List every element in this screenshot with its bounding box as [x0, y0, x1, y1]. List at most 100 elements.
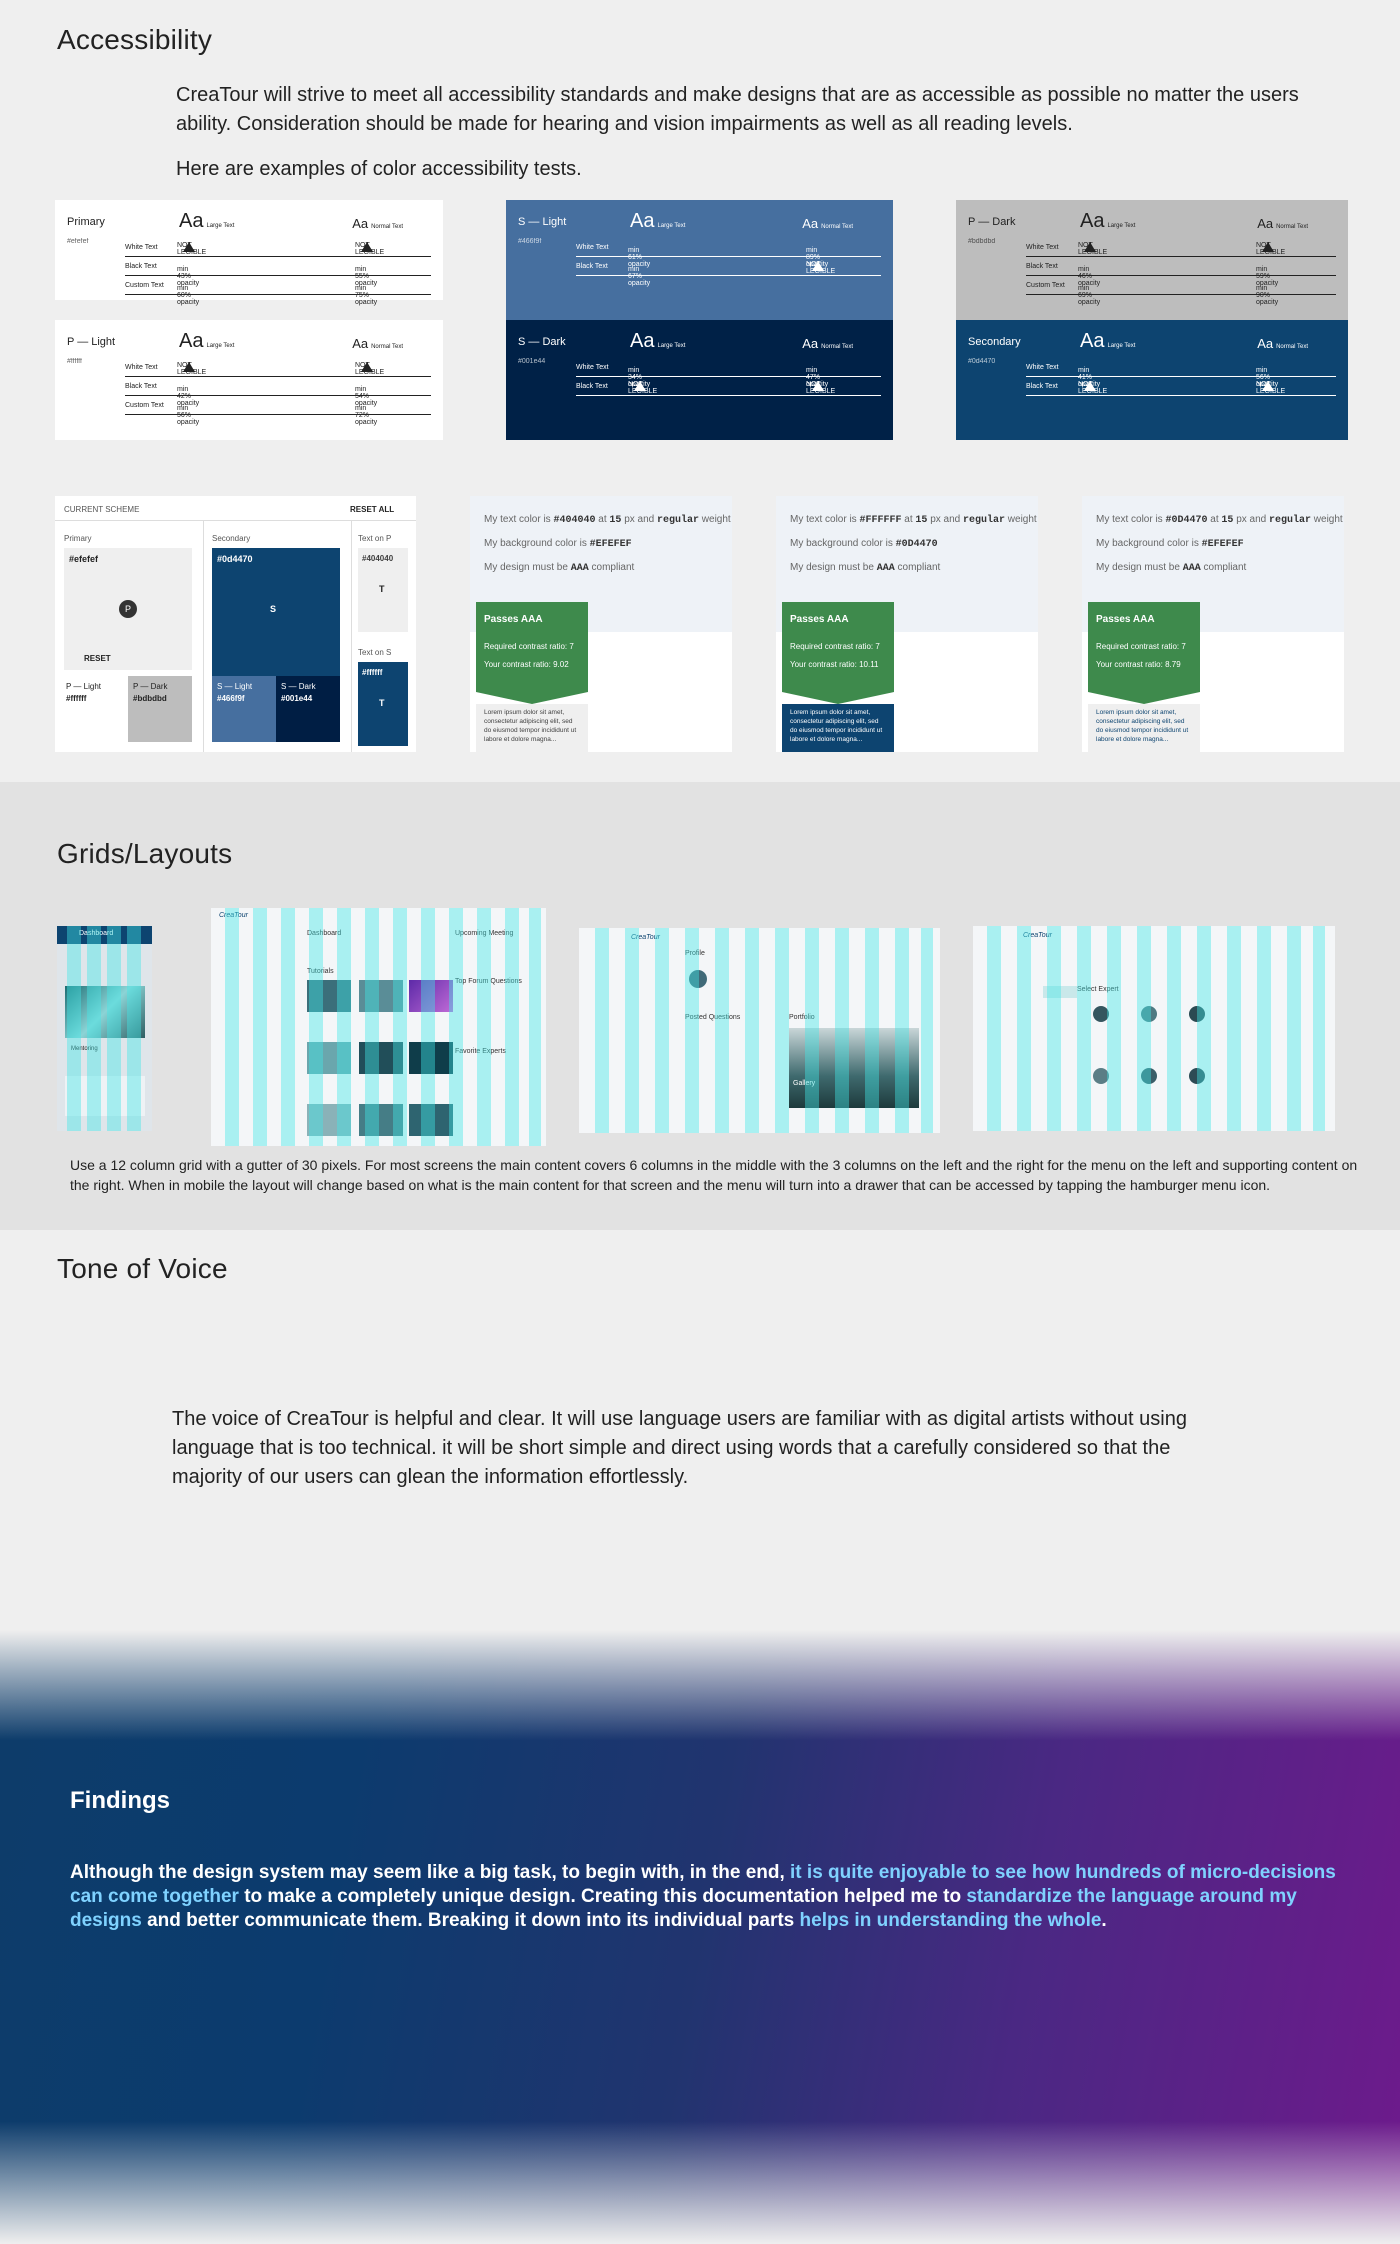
row-label: White Text [576, 363, 609, 371]
normal-label: Normal Text [821, 344, 853, 350]
text-on-s-hex: #ffffff [362, 668, 383, 677]
card-row: Black Text NOT LEGIBLE NOT LEGIBLE [576, 377, 881, 396]
checker-bg-line: My background color is #EFEFEF [1096, 538, 1244, 550]
text-on-p-label: Text on P [358, 534, 392, 543]
checker-level-line: My design must be AAA compliant [790, 562, 940, 574]
grids-title: Grids/Layouts [57, 838, 233, 869]
p-light-label: P — Light [66, 682, 101, 691]
grids-caption: Use a 12 column grid with a gutter of 30… [70, 1157, 1358, 1193]
p-dark-label: P — Dark [133, 682, 168, 691]
size-value[interactable]: 15 [609, 515, 621, 526]
layout-profile-screenshot: CreaTour Profile Posted Questions Portfo… [579, 928, 940, 1133]
current-scheme-panel: CURRENT SCHEME RESET ALL Primary #efefef… [55, 496, 416, 752]
weight-value[interactable]: regular [1269, 515, 1311, 526]
checker-text-line: My text color is #0D4470 at 15 px and re… [1096, 514, 1343, 526]
card-hex: #bdbdbd [968, 238, 996, 245]
row-label: White Text [576, 243, 609, 251]
card-name: Primary [67, 216, 105, 228]
checker-level-line: My design must be AAA compliant [1096, 562, 1246, 574]
label: weight [1007, 514, 1037, 525]
secondary-badge: S [270, 604, 277, 614]
p-dark-swatch[interactable]: P — Dark #bdbdbd [128, 676, 192, 742]
label: at [1210, 514, 1219, 525]
contrast-card: S — Light #466f9f Aa Large Text Aa Normal … [506, 200, 893, 320]
card-hex: #001e44 [518, 358, 546, 365]
required-ratio: Required contrast ratio: 7 [790, 642, 880, 651]
s-light-swatch[interactable]: S — Light #466f9f [212, 676, 276, 742]
bg-color-value[interactable]: #EFEFEF [590, 539, 632, 550]
contrast-card: S — Dark #001e44 Aa Large Text Aa Normal T… [506, 320, 893, 440]
card-large-sample: Aa Large Text [179, 210, 234, 233]
primary-label: Primary [64, 534, 92, 543]
card-normal-sample: Aa Normal Text [352, 216, 403, 231]
contrast-card: P — Dark #bdbdbd Aa Large Text Aa Normal T… [956, 200, 1348, 320]
level-value[interactable]: AAA [571, 563, 589, 574]
large-label: Large Text [657, 343, 686, 349]
text-color-value[interactable]: #FFFFFF [859, 515, 901, 526]
layout-mobile-screenshot: Dashboard Mentoring [57, 926, 152, 1131]
card-name: P — Dark [968, 216, 1016, 228]
text-on-p-swatch[interactable]: #404040 T [358, 548, 408, 632]
size-value[interactable]: 15 [915, 515, 927, 526]
row-large-value: NOT LEGIBLE [1078, 242, 1107, 256]
row-normal-text: NOT LEGIBLE [1256, 381, 1286, 395]
lorem-sample: Lorem ipsum dolor sit amet, consectetur … [782, 704, 894, 752]
level-value[interactable]: AAA [877, 563, 895, 574]
bg-color-value[interactable]: #0D4470 [896, 539, 938, 550]
secondary-swatch[interactable]: #0d4470 S [212, 548, 340, 676]
reset-button[interactable]: RESET [84, 654, 111, 663]
contrast-card: P — Light #ffffff Aa Large Text Aa Normal … [55, 320, 443, 440]
row-large-text: min 60% opacity [177, 285, 200, 306]
row-normal-value: NOT LEGIBLE [1256, 242, 1285, 256]
normal-aa: Aa [352, 336, 369, 351]
accessibility-title: Accessibility [57, 24, 213, 55]
bg-color-value[interactable]: #EFEFEF [1202, 539, 1244, 550]
card-row: Custom Text min 69% opacity min 90% opac… [1026, 276, 1336, 306]
text-on-p-hex: #404040 [362, 554, 394, 563]
normal-label: Normal Text [371, 224, 403, 230]
row-large-text: NOT LEGIBLE [628, 381, 658, 395]
level-value[interactable]: AAA [1183, 563, 1201, 574]
your-ratio: Your contrast ratio: 9.02 [484, 660, 569, 669]
card-name: S — Light [518, 216, 567, 228]
size-value[interactable]: 15 [1221, 515, 1233, 526]
label: My design must be [790, 562, 874, 573]
secondary-label: Secondary [212, 534, 251, 543]
findings-text-part: . [1101, 1910, 1107, 1931]
card-hex: #0d4470 [968, 358, 996, 365]
checker-bg-line: My background color is #0D4470 [790, 538, 938, 550]
p-light-swatch[interactable]: P — Light #ffffff [64, 676, 128, 742]
p-dark-hex: #bdbdbd [133, 694, 167, 703]
card-row: White Text min 61% opacity min 89% opaci… [576, 238, 881, 268]
weight-value[interactable]: regular [657, 515, 699, 526]
normal-aa: Aa [802, 336, 819, 351]
text-on-s-swatch[interactable]: #ffffff T [358, 662, 408, 746]
card-large-sample: Aa Large Text [630, 330, 685, 353]
card-row: Black Text min 42% opacity min 54% opaci… [125, 377, 431, 407]
layout-dashboard-screenshot: CreaTour Dashboard Tutorials Upcoming Me… [211, 908, 546, 1146]
pass-badge: Passes AAA Required contrast ratio: 7 Yo… [1088, 602, 1200, 692]
row-normal-text: NOT LEGIBLE [355, 242, 385, 256]
label: at [598, 514, 607, 525]
label: weight [701, 514, 731, 525]
text-color-value[interactable]: #404040 [553, 515, 595, 526]
card-row: White Text NOT LEGIBLE NOT LEGIBLE [1026, 238, 1336, 257]
reset-all-button[interactable]: RESET ALL [350, 505, 394, 514]
row-normal-text: min 75% opacity [355, 285, 378, 306]
checker-bg-line: My background color is #EFEFEF [484, 538, 632, 550]
card-normal-sample: Aa Normal Text [802, 216, 853, 231]
row-large-text: min 56% opacity [177, 405, 200, 426]
row-normal-text: NOT LEGIBLE [1256, 242, 1286, 256]
contrast-checker: My text color is #FFFFFF at 15 px and re… [776, 496, 1038, 752]
text-color-value[interactable]: #0D4470 [1165, 515, 1207, 526]
s-dark-swatch[interactable]: S — Dark #001e44 [276, 676, 340, 742]
row-normal-text: min 90% opacity [1256, 285, 1279, 306]
card-row: Custom Text min 60% opacity min 75% opac… [125, 276, 431, 306]
primary-swatch[interactable]: #efefef P RESET [64, 548, 192, 670]
weight-value[interactable]: regular [963, 515, 1005, 526]
card-name: P — Light [67, 336, 116, 348]
card-row: White Text min 34% opacity min 47% opaci… [576, 358, 881, 388]
label: My text color is [484, 514, 551, 525]
row-normal-text: min 72% opacity [355, 405, 378, 426]
normal-aa: Aa [802, 216, 819, 231]
